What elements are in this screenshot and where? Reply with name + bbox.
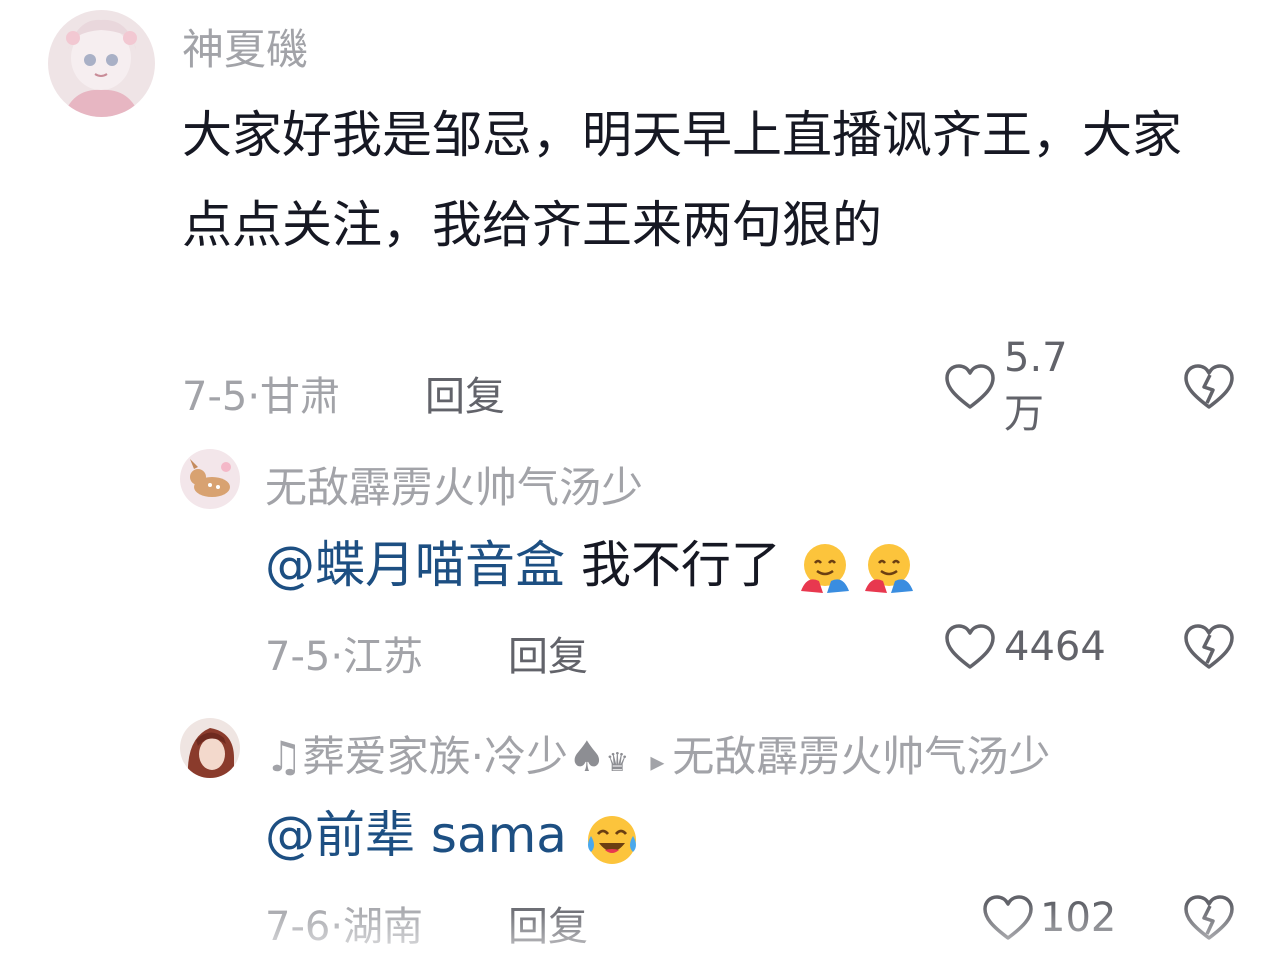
reply-to-username[interactable]: 无敌霹雳火帅气汤少: [672, 732, 1050, 781]
like-button[interactable]: 102: [982, 893, 1116, 943]
mention-link[interactable]: @前辈 sama: [265, 806, 567, 864]
comment-location: 湖南: [343, 904, 424, 950]
broken-heart-icon: [1183, 363, 1235, 411]
comment-text: @蝶月喵音盒 我不行了: [265, 530, 917, 600]
comment-date: 7-6·: [265, 904, 344, 950]
broken-heart-icon: [1183, 623, 1235, 671]
comment-text: @前辈 sama: [265, 800, 641, 870]
comment-date: 7-5·: [182, 374, 261, 420]
hug-emoji: [861, 541, 917, 597]
comment-meta: 7-5·甘肃: [182, 364, 340, 422]
like-count: 4464: [1004, 624, 1106, 670]
heart-icon: [944, 623, 996, 671]
comment-text-content: 我不行了: [565, 536, 781, 594]
reply-button[interactable]: 回复: [508, 894, 588, 952]
reply-button[interactable]: 回复: [425, 364, 505, 422]
username[interactable]: 无敌霹雳火帅气汤少: [265, 454, 643, 515]
reply-arrow-icon: ▸: [650, 745, 665, 778]
comment-location: 江苏: [343, 634, 424, 680]
comment-meta: 7-5·江苏: [265, 624, 423, 682]
comment-date: 7-5·: [265, 634, 344, 680]
username[interactable]: 神夏磯: [182, 16, 308, 77]
spade-icon: ♠: [568, 732, 606, 781]
heart-icon: [944, 363, 996, 411]
like-button[interactable]: 5.7万: [944, 335, 1068, 437]
dislike-button[interactable]: [1183, 363, 1235, 411]
avatar[interactable]: [180, 449, 240, 509]
avatar[interactable]: [180, 718, 240, 778]
comment-meta: 7-6·湖南: [265, 894, 423, 952]
reply-button[interactable]: 回复: [508, 624, 588, 682]
comment-text: 大家好我是邹忌，明天早上直播讽齐王，大家点点关注，我给齐王来两句狠的: [182, 106, 1182, 254]
username-prefix[interactable]: ♫葬爱家族·冷少: [265, 732, 568, 781]
broken-heart-icon: [1183, 894, 1235, 942]
like-count: 5.7万: [1004, 335, 1068, 437]
like-count: 102: [1040, 895, 1117, 941]
crown-icon: ♛: [605, 748, 629, 778]
hug-emoji: [797, 541, 853, 597]
crying-laughing-emoji: [583, 810, 641, 868]
heart-icon: [982, 894, 1034, 942]
username: ♫葬爱家族·冷少♠♛ ▸ 无敌霹雳火帅气汤少: [265, 723, 1050, 784]
mention-link[interactable]: @蝶月喵音盒: [265, 536, 565, 594]
dislike-button[interactable]: [1183, 623, 1235, 671]
avatar[interactable]: [48, 10, 155, 117]
comment-location: 甘肃: [260, 374, 341, 420]
dislike-button[interactable]: [1183, 894, 1235, 942]
like-button[interactable]: 4464: [944, 622, 1106, 672]
